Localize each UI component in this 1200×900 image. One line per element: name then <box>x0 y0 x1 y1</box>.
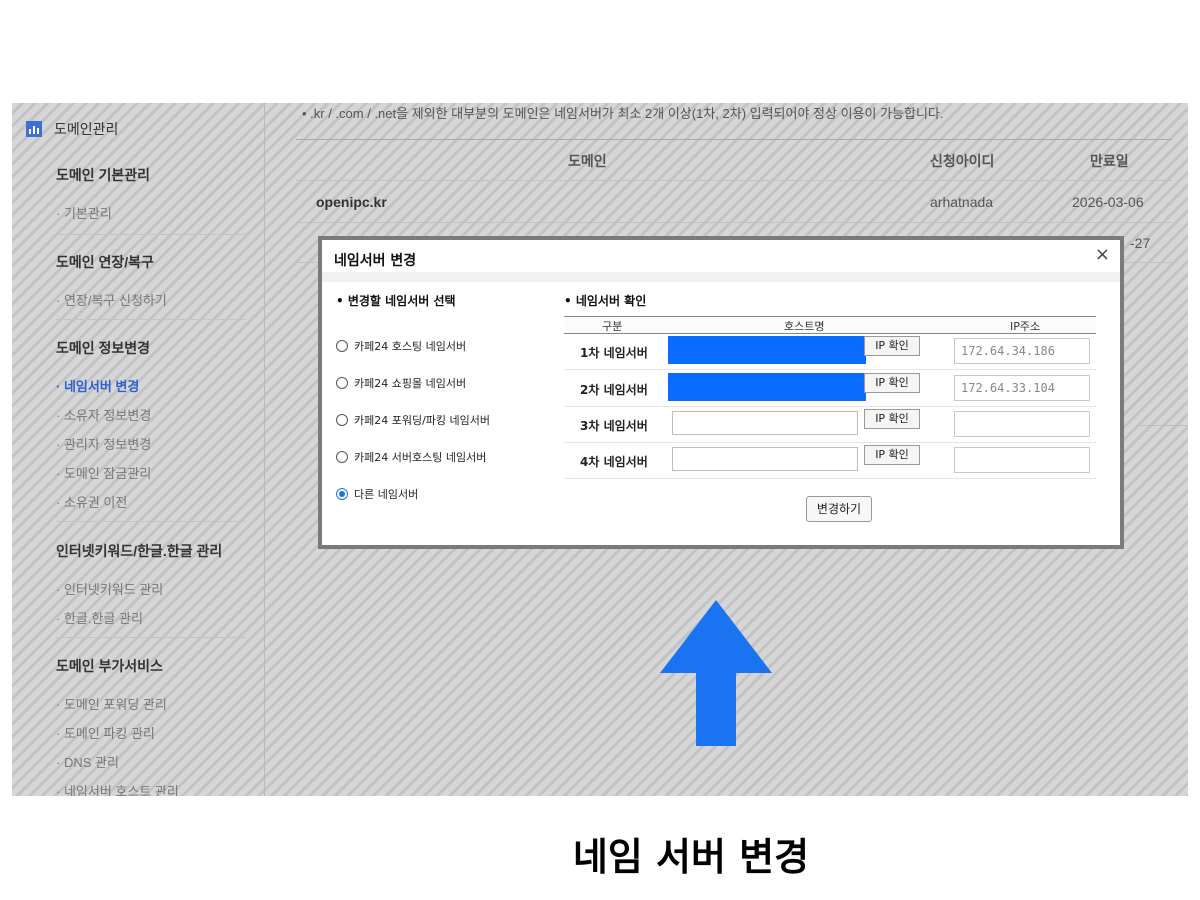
caption-title: 네임 서버 변경 <box>572 835 810 879</box>
options-heading: • 변경할 네임서버 선택 <box>336 294 456 308</box>
option-shoppingmall[interactable]: 카페24 쇼핑몰 네임서버 <box>336 364 546 401</box>
sidebar-item-owner[interactable]: · 소유자 정보변경 <box>56 401 151 430</box>
radio-button[interactable] <box>336 413 348 426</box>
radio-button[interactable] <box>336 339 348 352</box>
table-top-border <box>296 139 1172 140</box>
divider <box>56 637 246 638</box>
section-keyword: 인터넷키워드/한글.한글 관리 · 인터넷키워드 관리 · 한글.한글 관리 <box>56 541 222 633</box>
row-label: 1차 네임서버 <box>580 346 648 360</box>
sidebar-title: 도메인관리 <box>54 122 119 138</box>
sidebar-item-dns[interactable]: · DNS 관리 <box>56 748 179 777</box>
sidebar-item-hangul[interactable]: · 한글.한글 관리 <box>56 604 222 633</box>
section-title: 도메인 연장/복구 <box>56 254 154 270</box>
radio-button[interactable] <box>336 376 348 389</box>
ip-check-button[interactable]: IP 확인 <box>864 336 920 356</box>
sidebar-item-ns-host[interactable]: · 네임서버 호스트 관리 <box>56 777 179 796</box>
sidebar-item-parking[interactable]: · 도메인 파킹 관리 <box>56 719 179 748</box>
ip-field-1[interactable]: 172.64.34.186 <box>954 338 1090 364</box>
chart-icon <box>26 121 42 137</box>
hostname-input-3[interactable] <box>672 411 858 435</box>
modal-title: 네임서버 변경 <box>334 253 417 269</box>
option-other[interactable]: 다른 네임서버 <box>336 475 546 512</box>
sidebar-item-keyword[interactable]: · 인터넷키워드 관리 <box>56 575 222 604</box>
notice-text: • .kr / .com / .net을 제외한 대부분의 도메인은 네임서버가… <box>302 106 944 121</box>
option-label: 카페24 쇼핑몰 네임서버 <box>354 376 467 390</box>
close-icon[interactable]: × <box>1095 244 1110 265</box>
row-label: 4차 네임서버 <box>580 455 648 469</box>
radio-button-selected[interactable] <box>336 487 348 500</box>
table-header-border <box>296 180 1172 181</box>
sidebar-header[interactable]: 도메인관리 <box>26 119 118 139</box>
sidebar-item-renewal[interactable]: · 연장/복구 신청하기 <box>56 286 167 315</box>
ip-field-4[interactable] <box>954 447 1090 473</box>
option-label: 카페24 포워딩/파킹 네임서버 <box>354 413 491 427</box>
table-row: 2차 네임서버 IP 확인 172.64.33.104 <box>564 370 1096 407</box>
section-domain-basic: 도메인 기본관리 · 기본관리 <box>56 165 150 228</box>
nameserver-options: • 변경할 네임서버 선택 카페24 호스팅 네임서버 카페24 쇼핑몰 네임서… <box>336 292 546 512</box>
ip-field-2[interactable]: 172.64.33.104 <box>954 375 1090 401</box>
row-border <box>1136 425 1188 426</box>
divider <box>56 521 246 522</box>
sidebar-item-basic[interactable]: · 기본관리 <box>56 199 150 228</box>
expiry-cell: 2026-03-06 <box>1072 194 1144 210</box>
up-arrow-icon <box>660 600 772 746</box>
option-label: 카페24 호스팅 네임서버 <box>354 339 467 353</box>
col-host: 호스트명 <box>784 320 825 333</box>
sidebar-item-nameserver[interactable]: · 네임서버 변경 <box>56 372 151 401</box>
confirm-heading: • 네임서버 확인 <box>564 294 647 308</box>
col-header-domain: 도메인 <box>568 153 607 169</box>
divider <box>56 234 246 235</box>
col-type: 구분 <box>602 320 623 333</box>
ip-check-button[interactable]: IP 확인 <box>864 445 920 465</box>
option-forwarding[interactable]: 카페24 포워딩/파킹 네임서버 <box>336 401 546 438</box>
option-label: 카페24 서버호스팅 네임서버 <box>354 450 487 464</box>
redaction-mask <box>668 373 866 401</box>
sidebar-item-lock[interactable]: · 도메인 잠금관리 <box>56 459 151 488</box>
expiry-cell-partial: -27 <box>1130 235 1151 251</box>
section-title: 도메인 기본관리 <box>56 167 151 183</box>
redaction-mask <box>668 336 866 364</box>
divider <box>56 319 246 320</box>
ip-field-3[interactable] <box>954 411 1090 437</box>
row-label: 3차 네임서버 <box>580 419 648 433</box>
nameserver-change-modal: 네임서버 변경 × • 변경할 네임서버 선택 카페24 호스팅 네임서버 카페… <box>318 236 1124 549</box>
nameserver-confirm: • 네임서버 확인 구분 호스트명 IP주소 1차 네임서버 IP 확인 172… <box>564 292 1100 479</box>
sidebar-item-forwarding[interactable]: · 도메인 포워딩 관리 <box>56 690 179 719</box>
ip-check-button[interactable]: IP 확인 <box>864 409 920 429</box>
sidebar-item-admin[interactable]: · 관리자 정보변경 <box>56 430 151 459</box>
table-row: 3차 네임서버 IP 확인 <box>564 406 1096 443</box>
col-ip: IP주소 <box>1010 320 1041 333</box>
option-label: 다른 네임서버 <box>354 487 419 501</box>
table-row: 4차 네임서버 IP 확인 <box>564 442 1096 479</box>
row-border <box>296 222 1172 223</box>
option-hosting[interactable]: 카페24 호스팅 네임서버 <box>336 327 546 364</box>
user-cell: arhatnada <box>930 194 994 210</box>
section-title: 도메인 정보변경 <box>56 340 151 356</box>
section-addon: 도메인 부가서비스 · 도메인 포워딩 관리 · 도메인 파킹 관리 · DNS… <box>56 656 179 796</box>
hostname-input-4[interactable] <box>672 447 858 471</box>
section-title: 도메인 부가서비스 <box>56 658 163 674</box>
table-header: 구분 호스트명 IP주소 <box>564 316 1096 334</box>
section-title: 인터넷키워드/한글.한글 관리 <box>56 543 223 559</box>
col-header-expiry: 만료일 <box>1090 153 1129 169</box>
table-row: 1차 네임서버 IP 확인 172.64.34.186 <box>564 333 1096 370</box>
section-info-change: 도메인 정보변경 · 네임서버 변경 · 소유자 정보변경 · 관리자 정보변경… <box>56 338 151 517</box>
sidebar-item-transfer[interactable]: · 소유권 이전 <box>56 488 151 517</box>
section-renewal: 도메인 연장/복구 · 연장/복구 신청하기 <box>56 252 167 315</box>
radio-button[interactable] <box>336 450 348 463</box>
modal-header-band <box>322 272 1120 282</box>
ip-check-button[interactable]: IP 확인 <box>864 373 920 393</box>
option-server-hosting[interactable]: 카페24 서버호스팅 네임서버 <box>336 438 546 475</box>
col-header-user: 신청아이디 <box>930 153 995 169</box>
sidebar: 도메인관리 도메인 기본관리 · 기본관리 도메인 연장/복구 · 연장/복구 … <box>12 103 265 796</box>
row-label: 2차 네임서버 <box>580 383 648 397</box>
domain-cell[interactable]: openipc.kr <box>316 194 387 210</box>
change-button[interactable]: 변경하기 <box>806 496 872 522</box>
